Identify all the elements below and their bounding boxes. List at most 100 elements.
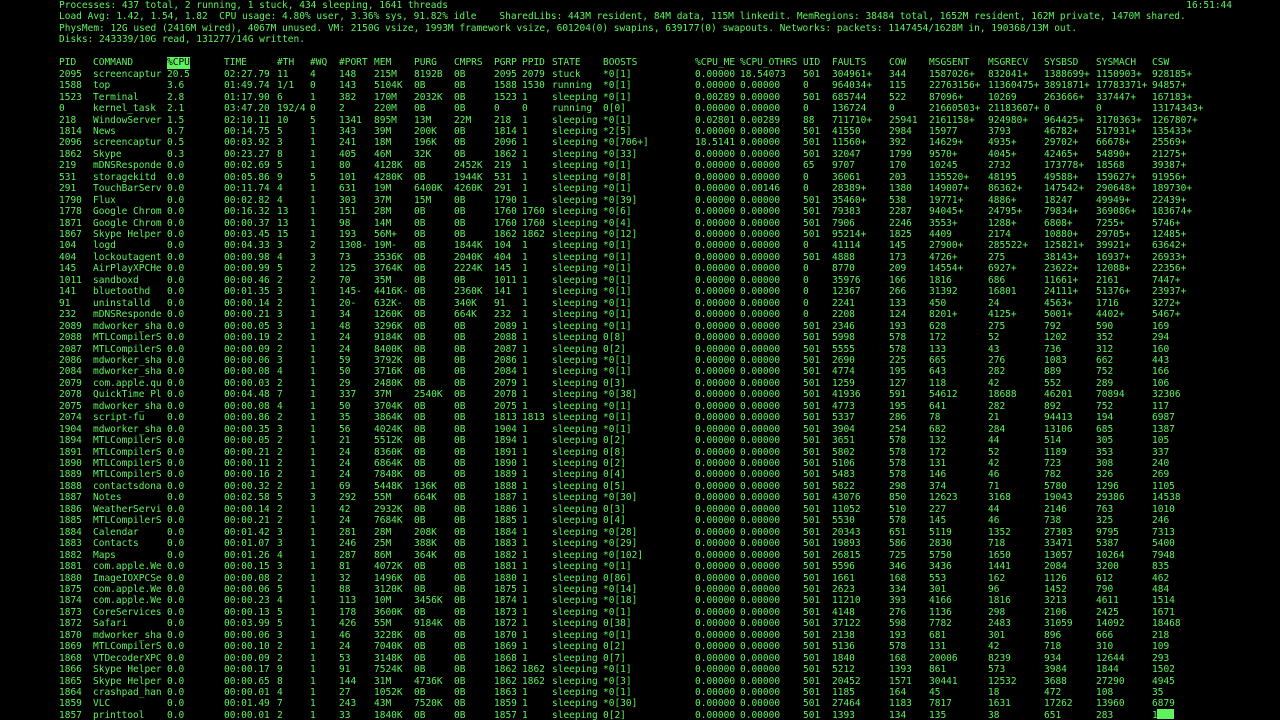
column-header-command[interactable]: COMMAND: [93, 57, 167, 68]
cell-port: 42: [339, 503, 351, 515]
cell-purg: 0B: [414, 583, 426, 595]
cell-msgrecv: 2483: [988, 618, 1011, 630]
cell-cmprs: 0B: [454, 103, 466, 115]
cell-cpu: 0.3: [167, 148, 185, 160]
cell-pgrp: 141: [494, 286, 512, 298]
cell-cmprs: 0B: [454, 435, 466, 447]
disks-line: Disks: 243339/10G read, 131277/14G writt…: [59, 34, 305, 46]
cell-msgrecv: 71: [988, 480, 1000, 492]
cell-boosts: *0[1]: [603, 354, 632, 366]
cell-cow: 124: [889, 309, 907, 321]
column-header-sysmach[interactable]: SYSMACH: [1096, 57, 1152, 68]
cell-time: 00:16.32: [224, 206, 270, 218]
cell-sysmach: 1716: [1096, 297, 1119, 309]
cell-cmprs: 0B: [454, 469, 466, 481]
cell-msgrecv: 275: [988, 320, 1006, 332]
cell-uid: 501: [803, 492, 821, 504]
process-row: 291 TouchBarServ 0.0 00:11.74 4 1 631 19M 6400K 4…: [0, 183, 1280, 194]
cell-cpu: 0.0: [167, 652, 185, 664]
column-header-pid[interactable]: PID: [59, 57, 93, 68]
column-header-port[interactable]: #PORT: [339, 57, 374, 68]
cell-pgrp: 1881: [494, 561, 517, 573]
cell-msgrecv: 301: [988, 629, 1006, 641]
cell-purg: 0B: [414, 229, 426, 240]
cell-wq: 1: [310, 652, 316, 664]
cell-cmprs: 0B: [454, 526, 466, 538]
cell-boosts: *0[1]: [603, 160, 632, 172]
cell-purg: 3456K: [414, 595, 443, 607]
cell-wq: 1: [310, 503, 316, 515]
cell-purg: 0B: [414, 80, 426, 92]
cell-state: sleeping: [552, 492, 598, 504]
column-header-cpu-me[interactable]: %CPU_ME: [695, 57, 740, 68]
column-header-sysbsd[interactable]: SYSBSD: [1044, 57, 1096, 68]
cell-cow: 286: [889, 412, 907, 424]
cell-pid: 2088: [59, 332, 82, 344]
cell-th: 4: [277, 183, 283, 195]
column-header-uid[interactable]: UID: [803, 57, 832, 68]
column-header-msgsent[interactable]: MSGSENT: [929, 57, 988, 68]
column-header-boosts[interactable]: BOOSTS: [603, 57, 695, 68]
cell-faults: 7906: [832, 217, 855, 229]
cell-pgrp: 2087: [494, 343, 517, 355]
column-header-wq[interactable]: #WQ: [310, 57, 339, 68]
cell-faults: 32047: [832, 148, 861, 160]
cell-cmprs: 0B: [454, 572, 466, 584]
cell-mem: 3296K: [374, 320, 403, 332]
column-header-msgrecv[interactable]: MSGRECV: [988, 57, 1044, 68]
cell-purg: 8192B: [414, 68, 443, 80]
cell-state: sleeping: [552, 526, 598, 538]
column-header-time[interactable]: TIME: [224, 57, 277, 68]
cell-cow: 2984: [889, 125, 912, 137]
cell-cpu-me: 0.00000: [695, 595, 736, 607]
column-header-faults[interactable]: FAULTS: [832, 57, 889, 68]
cell-ppid: 1: [522, 652, 528, 664]
cell-msgsent: 87096+: [929, 91, 964, 103]
cell-state: sleeping: [552, 251, 598, 263]
column-header-cpu[interactable]: %CPU: [167, 57, 190, 69]
cell-sysbsd: 33471: [1044, 538, 1073, 550]
cell-cpu: 2.8: [167, 91, 185, 103]
column-header-state[interactable]: STATE: [552, 57, 603, 68]
cell-purg: 0B: [414, 217, 426, 229]
cell-faults: 19893: [832, 538, 861, 550]
cell-th: 15: [277, 229, 289, 240]
cell-msgrecv: 44: [988, 503, 1000, 515]
cell-sysmach: 39921+: [1096, 240, 1131, 252]
column-header-cpu-othrs[interactable]: %CPU_OTHRS: [740, 57, 803, 68]
cell-cmprs: 0B: [454, 80, 466, 92]
cell-cow: 538: [889, 194, 907, 206]
column-header-pgrp[interactable]: PGRP: [494, 57, 522, 68]
cell-boosts: 0[3]: [603, 377, 626, 389]
cell-msgrecv: 38: [988, 709, 1000, 720]
cell-pid: 1871: [59, 217, 82, 229]
cell-uid: 501: [803, 480, 821, 492]
cell-purg: 0B: [414, 503, 426, 515]
column-header-mem[interactable]: MEM: [374, 57, 414, 68]
column-header-cow[interactable]: COW: [889, 57, 929, 68]
cell-boosts: *0[1]: [603, 183, 632, 195]
cell-state: sleeping: [552, 652, 598, 664]
cell-state: sleeping: [552, 503, 598, 515]
terminal-window[interactable]: Processes: 437 total, 2 running, 1 stuck…: [0, 0, 1280, 720]
cell-cow: 254: [889, 423, 907, 435]
cell-uid: 501: [803, 698, 821, 710]
cell-sysbsd: 13057: [1044, 549, 1073, 561]
cell-purg: 200K: [414, 125, 437, 137]
column-header-ppid[interactable]: PPID: [522, 57, 552, 68]
cell-command: MTLCompilerS: [93, 641, 162, 653]
column-header-cmprs[interactable]: CMPRS: [454, 57, 494, 68]
cell-wq: 1: [310, 320, 316, 332]
cell-sysbsd: 79834+: [1044, 206, 1079, 218]
cell-mem: 35M: [374, 274, 392, 286]
cell-mem: 25M: [374, 538, 392, 550]
cell-sysmach: 49949+: [1096, 194, 1131, 206]
column-header-csw[interactable]: CSW: [1152, 57, 1212, 68]
cell-port: 20-: [339, 297, 357, 309]
column-header-th[interactable]: #TH: [277, 57, 310, 68]
cell-cmprs: 0B: [454, 629, 466, 641]
cell-cmprs: 0B: [454, 641, 466, 653]
column-header-purg[interactable]: PURG: [414, 57, 454, 68]
cell-purg: 0B: [414, 251, 426, 263]
cell-sysmach: 159627+: [1096, 171, 1137, 183]
